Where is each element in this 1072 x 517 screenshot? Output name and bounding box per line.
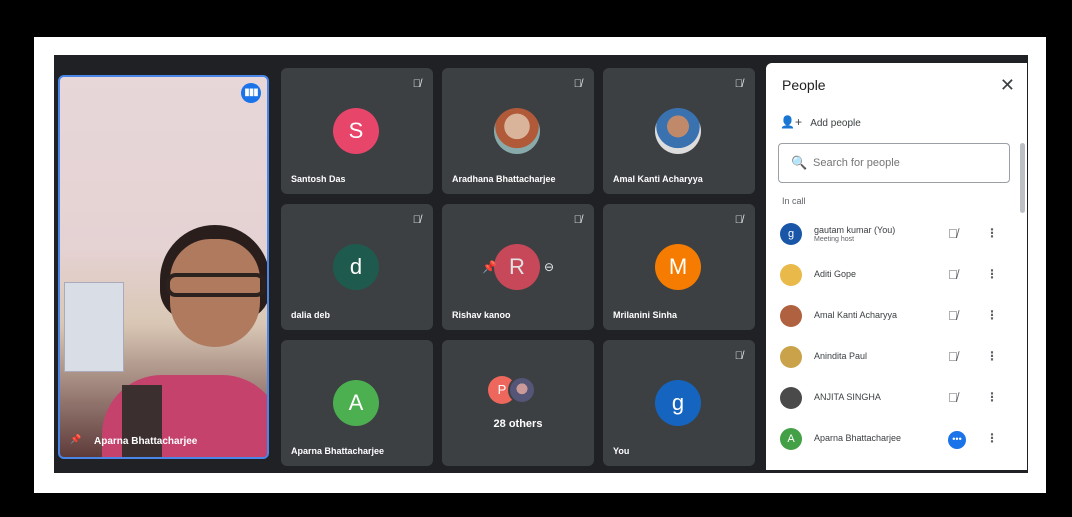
avatar <box>780 264 802 286</box>
participant-name: Anindita Paul <box>814 351 868 361</box>
list-item[interactable]: Anindita Paul 🎙̸ ⋮ <box>766 338 1027 379</box>
more-vert-icon[interactable]: ⋮ <box>986 226 998 240</box>
audio-level-icon: ••• <box>948 431 966 449</box>
add-people-button[interactable]: 👤+ Add people <box>780 115 861 129</box>
featured-video-tile[interactable]: ▮▮▮ 📌 Aparna Bhattacharjee <box>58 75 269 459</box>
list-item[interactable]: Aditi Gope 🎙̸ ⋮ <box>766 256 1027 297</box>
avatar: R <box>494 244 540 290</box>
search-icon: 🔍 <box>791 155 808 170</box>
participant-name: Amal Kanti Acharyya <box>613 174 703 184</box>
search-box[interactable]: 🔍 <box>778 143 1010 183</box>
participant-tile[interactable]: 🎙̸ 📌 ⊖ R Rishav kanoo <box>442 204 594 330</box>
panel-scrollbar[interactable] <box>1020 143 1025 213</box>
section-label: In call <box>782 196 806 206</box>
self-tile[interactable]: 🎙̸ g You <box>603 340 755 466</box>
mic-off-icon[interactable]: 🎙̸ <box>948 349 958 364</box>
mic-off-icon[interactable]: 🎙̸ <box>948 308 958 323</box>
list-item[interactable]: Amal Kanti Acharyya 🎙̸ ⋮ <box>766 297 1027 338</box>
mic-off-icon[interactable]: 🎙̸ <box>948 390 958 405</box>
audio-level-icon: ▮▮▮ <box>241 83 261 103</box>
participant-tile[interactable]: 🎙̸ M Mrilanini Sinha <box>603 204 755 330</box>
mic-off-icon: 🎙̸ <box>412 78 421 90</box>
participant-role: Meeting host <box>814 236 855 243</box>
search-input[interactable] <box>813 153 1003 173</box>
others-avatars: P <box>488 376 548 406</box>
participant-name: Aradhana Bhattacharjee <box>452 174 556 184</box>
participant-name: Amal Kanti Acharyya <box>814 310 898 320</box>
more-vert-icon[interactable]: ⋮ <box>986 308 998 322</box>
participant-tile[interactable]: 🎙̸ d dalia deb <box>281 204 433 330</box>
list-item[interactable]: ANJITA SINGHA 🎙̸ ⋮ <box>766 379 1027 420</box>
people-panel: People ✕ 👤+ Add people 🔍 In call g gauta… <box>766 63 1027 470</box>
participant-tile[interactable]: 🎙̸ Amal Kanti Acharyya <box>603 68 755 194</box>
panel-title: People <box>782 77 826 93</box>
avatar: g <box>655 380 701 426</box>
mic-off-icon: 🎙̸ <box>734 214 743 226</box>
more-vert-icon[interactable]: ⋮ <box>986 267 998 281</box>
more-vert-icon[interactable]: ⋮ <box>986 390 998 404</box>
others-count: 28 others <box>493 418 543 430</box>
participant-name: Mrilanini Sinha <box>613 310 678 320</box>
avatar: A <box>333 380 379 426</box>
participant-list: g gautam kumar (You) Meeting host 🎙̸ ⋮ A… <box>766 215 1027 461</box>
avatar: M <box>655 244 701 290</box>
more-vert-icon[interactable]: ⋮ <box>986 349 998 363</box>
mic-off-icon: 🎙̸ <box>412 214 421 226</box>
participant-tile[interactable]: 🎙̸ S Santosh Das <box>281 68 433 194</box>
participant-name: Aditi Gope <box>814 269 857 279</box>
speaker-video <box>102 225 267 457</box>
avatar <box>655 108 701 154</box>
avatar: g <box>780 223 802 245</box>
participant-name: Santosh Das <box>291 174 346 184</box>
participant-name: Aparna Bhattacharjee <box>814 433 902 443</box>
close-icon[interactable]: ✕ <box>1000 75 1015 96</box>
participant-tile[interactable]: A Aparna Bhattacharjee <box>281 340 433 466</box>
participant-name: gautam kumar (You) <box>814 225 896 235</box>
avatar <box>508 376 536 404</box>
participant-name: ANJITA SINGHA <box>814 392 881 402</box>
more-vert-icon[interactable]: ⋮ <box>986 431 998 445</box>
list-item[interactable]: g gautam kumar (You) Meeting host 🎙̸ ⋮ <box>766 215 1027 256</box>
list-item[interactable]: A Aparna Bhattacharjee ••• ⋮ <box>766 420 1027 461</box>
mic-off-icon: 🎙̸ <box>734 78 743 90</box>
mic-off-icon[interactable]: 🎙̸ <box>948 267 958 282</box>
participant-tile[interactable]: 🎙̸ Aradhana Bhattacharjee <box>442 68 594 194</box>
participant-name: Aparna Bhattacharjee <box>291 446 385 456</box>
participant-name: Rishav kanoo <box>452 310 511 320</box>
others-tile[interactable]: P 28 others <box>442 340 594 466</box>
avatar <box>780 305 802 327</box>
person-add-icon: 👤+ <box>780 115 802 129</box>
remove-icon[interactable]: ⊖ <box>544 260 554 274</box>
participant-name: You <box>613 446 630 456</box>
avatar <box>494 108 540 154</box>
mic-off-icon: 🎙̸ <box>573 78 582 90</box>
avatar <box>780 346 802 368</box>
mic-off-icon: 🎙̸ <box>573 214 582 226</box>
mic-off-icon: 🎙̸ <box>734 350 743 362</box>
avatar <box>780 387 802 409</box>
avatar: A <box>780 428 802 450</box>
background-wall-chart <box>64 282 124 372</box>
pin-icon: 📌 <box>70 434 82 444</box>
avatar: S <box>333 108 379 154</box>
avatar: d <box>333 244 379 290</box>
add-people-label: Add people <box>810 118 861 129</box>
mic-off-icon[interactable]: 🎙̸ <box>948 226 958 241</box>
featured-name: Aparna Bhattacharjee <box>94 436 198 447</box>
participant-name: dalia deb <box>291 310 331 320</box>
